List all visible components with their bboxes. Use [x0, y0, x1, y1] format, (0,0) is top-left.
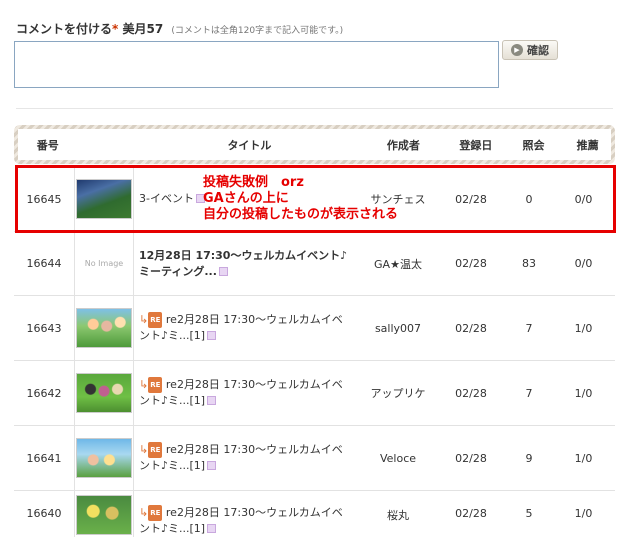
header-author: 作成者 — [386, 138, 420, 152]
row-title-link[interactable]: re2月28日 17:30～ウェルカムイベント♪ミ...[1] — [139, 378, 343, 407]
row-thumbnail[interactable] — [74, 491, 134, 537]
header-recommend: 推薦 — [576, 138, 599, 152]
row-date: 02/28 — [455, 321, 487, 335]
header-views: 照会 — [522, 138, 545, 152]
header-title: タイトル — [227, 138, 272, 152]
annotation-line-3: 自分の投稿したものが表示される — [203, 207, 399, 222]
row-number: 16644 — [26, 257, 62, 270]
row-recommend: 1/0 — [574, 321, 593, 335]
image-attached-icon — [218, 266, 228, 276]
reply-badge: RE — [148, 312, 163, 328]
table-row[interactable]: 16642 ↳ RE re2月28日 17:30～ウェルカムイベント♪ミ...[1… — [14, 361, 615, 426]
row-title-link[interactable]: re2月28日 17:30～ウェルカムイベント♪ミ...[1] — [139, 506, 343, 535]
table-header: 番号 タイトル 作成者 登録日 照会 推薦 — [18, 129, 611, 160]
comment-label: コメントを付ける — [16, 22, 113, 36]
row-recommend: 0/0 — [574, 257, 593, 270]
row-date: 02/28 — [455, 451, 487, 465]
row-thumbnail[interactable] — [74, 296, 134, 360]
row-author[interactable]: 桜丸 — [352, 505, 444, 523]
row-title[interactable]: ↳ RE re2月28日 17:30～ウェルカムイベント♪ミ...[1] — [134, 505, 352, 537]
row-recommend: 1/0 — [574, 507, 593, 520]
comment-username: 美月57 — [122, 22, 164, 36]
confirm-button[interactable]: ▶ 確認 — [502, 40, 558, 60]
reply-badge: RE — [148, 505, 163, 521]
row-number: 16642 — [26, 386, 62, 400]
no-image-placeholder: No Image — [84, 259, 124, 268]
row-title-link[interactable]: re2月28日 17:30～ウェルカムイベント♪ミ...[1] — [139, 443, 343, 472]
row-date: 02/28 — [455, 257, 487, 270]
confirm-button-label: 確認 — [527, 44, 549, 57]
row-number: 16640 — [26, 507, 62, 520]
row-thumbnail[interactable] — [74, 426, 134, 490]
row-title-link[interactable]: re2月28日 17:30～ウェルカムイベント♪ミ...[1] — [139, 313, 343, 342]
reply-arrow-icon: ↳ — [139, 313, 149, 326]
annotation-text: 投稿失敗例 orz GAさんの上に 自分の投稿したものが表示される — [203, 175, 398, 223]
row-author[interactable]: アップリケ — [352, 385, 444, 401]
reply-arrow-icon: ↳ — [139, 506, 149, 519]
arrow-right-icon: ▶ — [511, 44, 523, 56]
row-date: 02/28 — [455, 507, 487, 520]
row-thumbnail[interactable] — [74, 167, 134, 231]
row-views: 9 — [525, 451, 533, 465]
row-title-link[interactable]: 12月28日 17:30～ウェルカムイベント♪ミーティング... — [139, 249, 347, 278]
comment-note: (コメントは全角120字まで記入可能です。) — [171, 26, 344, 36]
header-number: 番号 — [36, 138, 59, 152]
row-thumbnail[interactable] — [74, 361, 134, 425]
comment-form-header: コメントを付ける* 美月57 (コメントは全角120字まで記入可能です。) — [16, 20, 343, 37]
image-attached-icon — [207, 461, 217, 470]
row-number: 16641 — [26, 451, 62, 465]
reply-badge: RE — [148, 442, 163, 458]
table-row[interactable]: 16640 ↳ RE re2月28日 17:30～ウェルカムイベント♪ミ...[1… — [14, 491, 615, 537]
row-title[interactable]: ↳ RE re2月28日 17:30～ウェルカムイベント♪ミ...[1] — [134, 442, 352, 474]
reply-arrow-icon: ↳ — [139, 443, 149, 456]
image-attached-icon — [207, 524, 217, 533]
row-author[interactable]: Veloce — [352, 452, 444, 465]
row-thumbnail[interactable]: No Image — [74, 232, 134, 295]
row-title-link[interactable]: 3-イベント — [139, 192, 194, 205]
table-row[interactable]: 16643 ↳ RE re2月28日 17:30～ウェルカムイベント♪ミ...[1… — [14, 296, 615, 361]
thumbnail-image[interactable] — [76, 495, 132, 535]
row-views: 0 — [525, 192, 533, 206]
required-mark: * — [112, 22, 119, 36]
image-attached-icon — [207, 331, 217, 340]
row-number: 16645 — [26, 192, 62, 206]
row-views: 7 — [525, 321, 533, 335]
thumbnail-image[interactable] — [76, 373, 132, 413]
row-date: 02/28 — [455, 192, 487, 206]
comment-textarea[interactable] — [14, 41, 499, 88]
row-recommend: 0/0 — [574, 192, 593, 206]
header-date: 登録日 — [459, 138, 493, 152]
row-author[interactable]: GA★温太 — [352, 256, 444, 272]
row-title[interactable]: 12月28日 17:30～ウェルカムイベント♪ミーティング... — [134, 248, 352, 280]
annotation-line-2: GAさんの上に — [203, 191, 289, 206]
table-row[interactable]: 16641 ↳ RE re2月28日 17:30～ウェルカムイベント♪ミ...[1… — [14, 426, 615, 491]
row-number: 16643 — [26, 321, 62, 335]
row-views: 83 — [522, 257, 536, 270]
table-header-frame: 番号 タイトル 作成者 登録日 照会 推薦 — [14, 125, 615, 164]
table-row[interactable]: 16644 No Image 12月28日 17:30～ウェルカムイベント♪ミー… — [14, 232, 615, 296]
row-date: 02/28 — [455, 386, 487, 400]
annotation-line-1: 投稿失敗例 orz — [203, 175, 304, 190]
thumbnail-image[interactable] — [76, 308, 132, 348]
image-attached-icon — [207, 396, 217, 405]
row-author[interactable]: sally007 — [352, 322, 444, 335]
row-views: 5 — [525, 507, 533, 520]
thumbnail-image[interactable] — [76, 179, 132, 219]
post-table: 番号 タイトル 作成者 登録日 照会 推薦 16645 3-イベント サンチェス… — [14, 125, 615, 537]
reply-arrow-icon: ↳ — [139, 378, 149, 391]
row-title[interactable]: ↳ RE re2月28日 17:30～ウェルカムイベント♪ミ...[1] — [134, 312, 352, 344]
thumbnail-image[interactable] — [76, 438, 132, 478]
row-title[interactable]: ↳ RE re2月28日 17:30～ウェルカムイベント♪ミ...[1] — [134, 377, 352, 409]
row-recommend: 1/0 — [574, 451, 593, 465]
row-recommend: 1/0 — [574, 386, 593, 400]
section-divider — [16, 108, 613, 109]
row-views: 7 — [525, 386, 533, 400]
reply-badge: RE — [148, 377, 163, 393]
